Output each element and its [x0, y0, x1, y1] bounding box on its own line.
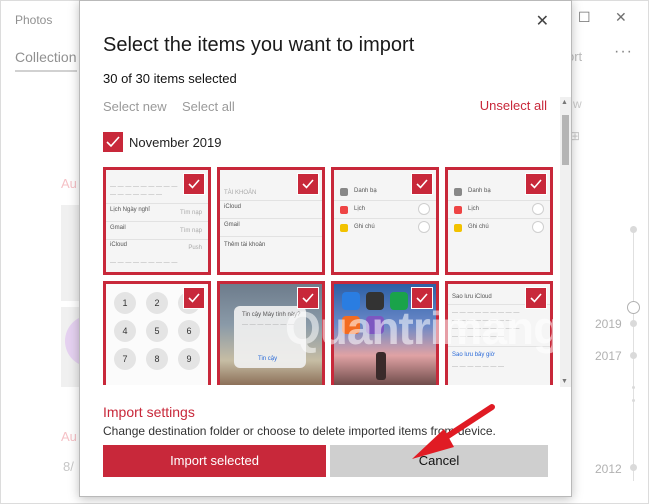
toggle-switch [532, 221, 544, 233]
keypad-key: 1 [114, 292, 136, 314]
notes-icon [454, 224, 462, 232]
item-checkbox[interactable] [525, 173, 547, 195]
checkmark-icon [188, 293, 200, 303]
scroll-down-icon[interactable]: ▼ [561, 378, 568, 385]
thumb-text: Tìm nạp [179, 210, 202, 216]
scrollbar-thumb[interactable] [562, 115, 569, 165]
keypad-key: 5 [146, 320, 168, 342]
thumbnail-item[interactable]: Danh bạ Lịch Ghi chú [331, 167, 439, 275]
keypad-key: 6 [178, 320, 200, 342]
checkmark-icon [416, 179, 428, 189]
thumb-text: Lịch Ngày nghỉ [110, 207, 150, 213]
keypad-key: 7 [114, 348, 136, 370]
thumb-text: Tìm nạp [179, 228, 202, 234]
person-silhouette [376, 352, 386, 380]
toggle-switch [532, 203, 544, 215]
toggle-switch [418, 203, 430, 215]
contacts-icon [340, 188, 348, 196]
checkmark-icon [106, 136, 120, 148]
calendar-icon [454, 206, 462, 214]
thumbnail-item[interactable]: Danh bạ Lịch Ghi chú [445, 167, 553, 275]
scroll-up-icon[interactable]: ▲ [561, 99, 568, 106]
unselect-all-link[interactable]: Unselect all [480, 98, 547, 113]
import-selected-button[interactable]: Import selected [103, 445, 326, 477]
thumbnail-item[interactable]: TÀI KHOẢN iCloud Gmail Thêm tài khoản [217, 167, 325, 275]
thumb-text: Push [188, 245, 202, 251]
thumb-text: iCloud [110, 242, 128, 248]
thumb-text: Tin cậy [258, 356, 278, 362]
group-checkbox[interactable] [103, 132, 123, 152]
import-dialog: ✕ Select the items you want to import 30… [79, 0, 572, 497]
select-all-link[interactable]: Select all [182, 99, 235, 114]
group-november-2019[interactable]: November 2019 [103, 132, 222, 152]
item-checkbox[interactable] [411, 173, 433, 195]
thumbnail-item[interactable]: — — — — — — — — — — — — — — — — Lịch Ngà… [103, 167, 211, 275]
thumb-text: TÀI KHOẢN [224, 190, 257, 196]
thumb-text: Danh bạ [354, 188, 377, 194]
thumb-text: Sao lưu iCloud [452, 294, 492, 300]
thumb-text: Gmail [110, 225, 126, 231]
keypad-key: 9 [178, 348, 200, 370]
thumb-text: Ghi chú [354, 224, 375, 230]
toggle-switch [418, 221, 430, 233]
watermark: Quantrimang [285, 302, 561, 354]
notes-icon [340, 224, 348, 232]
thumb-text: Danh bạ [468, 188, 491, 194]
thumb-text: Ghi chú [468, 224, 489, 230]
thumb-text: Lịch [354, 206, 366, 212]
import-settings-link[interactable]: Import settings [103, 404, 195, 420]
checkmark-icon [530, 179, 542, 189]
thumbnail-item[interactable]: 1 2 3 4 5 6 7 8 9 [103, 281, 211, 385]
thumb-text: Thêm tài khoản [224, 242, 266, 248]
select-new-link[interactable]: Select new [103, 99, 167, 114]
dialog-scrollbar[interactable]: ▲ ▼ [560, 97, 571, 387]
checkmark-icon [188, 179, 200, 189]
red-arrow-icon [412, 404, 495, 459]
thumb-text: Gmail [224, 222, 240, 228]
thumb-text: iCloud [224, 204, 242, 210]
item-checkbox[interactable] [183, 287, 205, 309]
item-checkbox[interactable] [297, 173, 319, 195]
keypad-key: 4 [114, 320, 136, 342]
selection-count: 30 of 30 items selected [103, 71, 237, 86]
thumb-text: Lịch [468, 206, 480, 212]
keypad-key: 8 [146, 348, 168, 370]
item-checkbox[interactable] [183, 173, 205, 195]
contacts-icon [454, 188, 462, 196]
dialog-title: Select the items you want to import [103, 34, 415, 56]
group-label: November 2019 [129, 134, 222, 150]
keypad-key: 2 [146, 292, 168, 314]
checkmark-icon [302, 179, 314, 189]
calendar-icon [340, 206, 348, 214]
dialog-close-button[interactable]: ✕ [536, 11, 549, 31]
